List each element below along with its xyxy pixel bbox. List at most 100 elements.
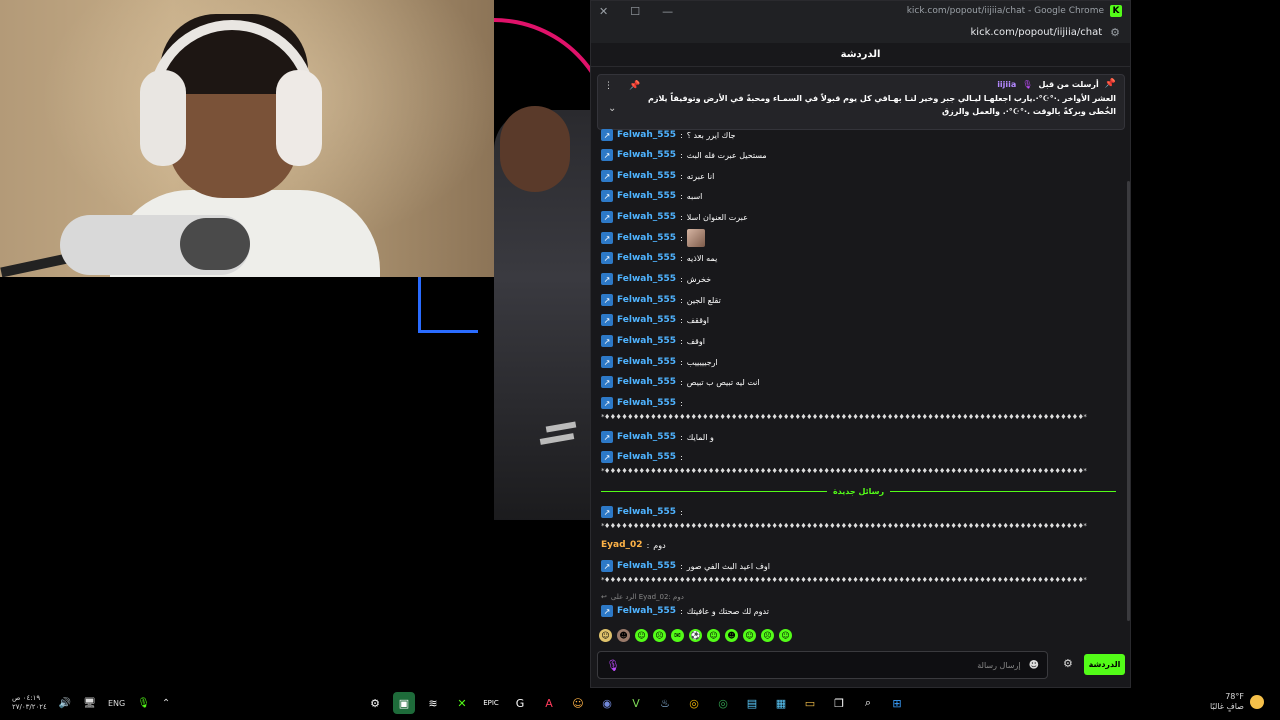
emote-icon[interactable]: ☺ <box>743 629 756 642</box>
chat-input[interactable]: ☻ إرسال رسالة 🎙 <box>597 651 1048 679</box>
message-username[interactable]: Felwah_555 <box>617 191 676 201</box>
language-indicator[interactable]: ENG <box>108 699 125 708</box>
pinned-message[interactable]: 📌 أرسلت من قبل 🎙 iijiia العشر الأواخر .·… <box>597 74 1125 130</box>
emote-icon[interactable]: ⚽ <box>689 629 702 642</box>
chat-message: ↗ Felwah_555: اوققف <box>601 314 1116 326</box>
more-icon[interactable]: ⋮ <box>604 81 613 91</box>
message-username[interactable]: Eyad_02 <box>601 540 643 550</box>
chat-message-list: ↗ Felwah_555: جاك ايرر بعد ؟ ↗ Felwah_55… <box>601 129 1116 619</box>
message-username[interactable]: Felwah_555 <box>617 233 676 243</box>
task-view-icon[interactable]: ❐ <box>828 692 850 714</box>
emote-icon[interactable]: ☺ <box>599 629 612 642</box>
subscriber-badge-icon: ↗ <box>601 560 613 572</box>
microphone-tray-icon[interactable]: 🎙 <box>137 698 150 709</box>
site-settings-icon[interactable]: ⚙ <box>1110 26 1120 39</box>
subscriber-badge-icon: ↗ <box>601 431 613 443</box>
chat-settings-icon[interactable]: ⚙ <box>1063 657 1073 670</box>
emote-icon[interactable]: ☺ <box>779 629 792 642</box>
message-username[interactable]: Felwah_555 <box>617 336 676 346</box>
unpin-icon[interactable]: 📌 <box>629 81 640 91</box>
message-text: مستحيل عبرت فله البث <box>686 150 767 160</box>
clock[interactable]: ٠٤:١٩ ص ٢٧/٠٣/٢٠٢٤ <box>12 694 47 712</box>
chat-message: ↗ Felwah_555: <box>601 451 1116 463</box>
store-app-icon[interactable]: ▦ <box>770 692 792 714</box>
microphone-icon[interactable]: 🎙 <box>606 659 620 672</box>
nvidia-app-icon[interactable]: V <box>625 692 647 714</box>
message-username[interactable]: Felwah_555 <box>617 171 676 181</box>
message-username[interactable]: Felwah_555 <box>617 398 676 408</box>
desktop: ✕ ☐ — kick.com/popout/iijiia/chat - Goog… <box>0 0 1280 720</box>
pinned-text: العشر الأواخر .·°☪°·.يارب اجعلهـا ليـالي… <box>648 94 1116 116</box>
maximize-icon[interactable]: ☐ <box>630 5 640 18</box>
message-username[interactable]: Felwah_555 <box>617 253 676 263</box>
chat-message: ↗ Felwah_555: <box>601 397 1116 409</box>
emote-icon[interactable]: ☹ <box>653 629 666 642</box>
message-username[interactable]: Felwah_555 <box>617 507 676 517</box>
network-icon[interactable]: 🖥 <box>83 698 96 709</box>
xbox-app-icon[interactable]: ✕ <box>451 692 473 714</box>
send-chat-button[interactable]: الدردشة <box>1084 654 1125 675</box>
weather-desc: صافٍ غالبًا <box>1210 702 1244 711</box>
reply-context: ↩ الرد على Eyad_02: دوم <box>601 593 1116 601</box>
message-username[interactable]: Felwah_555 <box>617 130 676 140</box>
window-titlebar: ✕ ☐ — kick.com/popout/iijiia/chat - Goog… <box>591 1 1130 21</box>
pinned-label: أرسلت من قبل <box>1038 79 1099 89</box>
chrome-popup-window: ✕ ☐ — kick.com/popout/iijiia/chat - Goog… <box>590 0 1131 688</box>
subscriber-badge-icon: ↗ <box>601 211 613 223</box>
epic-games-icon[interactable]: EPIC <box>480 692 502 714</box>
chrome-active-icon[interactable]: ◎ <box>712 692 734 714</box>
assistant-app-icon[interactable]: ☺ <box>567 692 589 714</box>
kick-app-icon[interactable]: ▣ <box>393 692 415 714</box>
search-icon[interactable]: ⌕ <box>857 692 879 714</box>
pinned-user[interactable]: iijiia <box>997 80 1016 89</box>
minimize-icon[interactable]: — <box>662 5 673 18</box>
emoji-picker-icon[interactable]: ☻ <box>1029 660 1039 671</box>
emote-icon[interactable]: ☺ <box>707 629 720 642</box>
url-text[interactable]: kick.com/popout/iijiia/chat <box>971 27 1103 38</box>
message-username[interactable]: Felwah_555 <box>617 452 676 462</box>
chat-message: ↗ Felwah_555: خخرش <box>601 273 1116 285</box>
steelseries-app-icon[interactable]: ≋ <box>422 692 444 714</box>
message-username[interactable]: Felwah_555 <box>617 295 676 305</box>
message-username[interactable]: Felwah_555 <box>617 561 676 571</box>
discord-app-icon[interactable]: ◉ <box>596 692 618 714</box>
emote-icon[interactable]: ☹ <box>761 629 774 642</box>
emote-icon[interactable]: ✉ <box>671 629 684 642</box>
message-username[interactable]: Felwah_555 <box>617 274 676 284</box>
emote-icon[interactable]: ☻ <box>725 629 738 642</box>
volume-icon[interactable]: 🔊 <box>59 698 71 709</box>
valorant-app-icon[interactable]: A <box>538 692 560 714</box>
weather-widget[interactable]: 78°F صافٍ غالبًا <box>1210 692 1264 712</box>
message-username[interactable]: Felwah_555 <box>617 377 676 387</box>
emote-icon[interactable]: ☻ <box>617 629 630 642</box>
webcam-feed <box>0 0 494 277</box>
chat-message: ↗ Felwah_555: جاك ايرر بعد ؟ <box>601 129 1116 141</box>
message-continuation: *♦♦♦♦♦♦♦♦♦♦♦♦♦♦♦♦♦♦♦♦♦♦♦♦♦♦♦♦♦♦♦♦♦♦♦♦♦♦♦… <box>601 522 1087 530</box>
message-username[interactable]: Felwah_555 <box>617 606 676 616</box>
address-bar[interactable]: kick.com/popout/iijiia/chat ⚙ <box>591 21 1130 43</box>
chrome-app-icon[interactable]: ◎ <box>683 692 705 714</box>
chat-message: ↗ Felwah_555: اوف اعيد البث الفي صور <box>601 560 1116 572</box>
start-windows-icon[interactable]: ⊞ <box>886 692 908 714</box>
chat-header: الدردشة <box>591 43 1130 67</box>
message-username[interactable]: Felwah_555 <box>617 315 676 325</box>
chevron-up-icon[interactable]: ⌃ <box>162 698 170 709</box>
quick-emotes-bar: ☺ ☻ ☺ ☹ ✉ ⚽ ☺ ☻ ☺ ☹ ☺ <box>599 629 792 642</box>
message-username[interactable]: Felwah_555 <box>617 432 676 442</box>
chevron-down-icon[interactable]: ⌄ <box>608 103 616 114</box>
message-username[interactable]: Felwah_555 <box>617 357 676 367</box>
message-username[interactable]: Felwah_555 <box>617 212 676 222</box>
file-explorer-icon[interactable]: ▭ <box>799 692 821 714</box>
message-username[interactable]: Felwah_555 <box>617 150 676 160</box>
g-hub-icon[interactable]: G <box>509 692 531 714</box>
chat-message: ↗ Felwah_555: مستحيل عبرت فله البث <box>601 149 1116 161</box>
settings-app-icon[interactable]: ⚙ <box>364 692 386 714</box>
close-icon[interactable]: ✕ <box>599 5 608 18</box>
windows-taskbar: ٠٤:١٩ ص ٢٧/٠٣/٢٠٢٤ 🔊 🖥 ENG 🎙 ⌃ ⚙ ▣ ≋ ✕ E… <box>0 688 1280 720</box>
subscriber-badge-icon: ↗ <box>601 335 613 347</box>
message-text: اسبه <box>686 191 703 201</box>
steam-app-icon[interactable]: ♨ <box>654 692 676 714</box>
emote-icon[interactable]: ☺ <box>635 629 648 642</box>
teams-app-icon[interactable]: ▤ <box>741 692 763 714</box>
chat-scrollbar[interactable] <box>1127 181 1130 621</box>
